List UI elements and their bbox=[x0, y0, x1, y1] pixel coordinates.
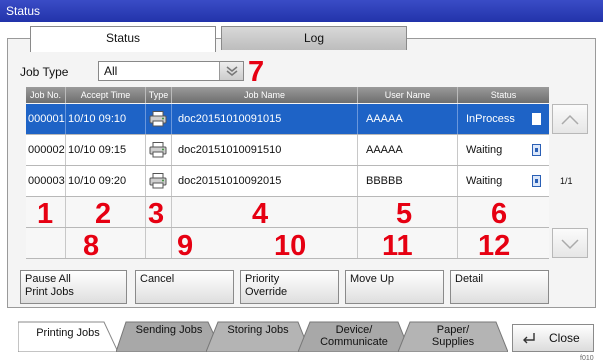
scroll-down-button[interactable] bbox=[552, 228, 588, 258]
pause-all-print-jobs-button[interactable]: Pause All Print Jobs bbox=[20, 270, 127, 304]
status-text: InProcess bbox=[466, 113, 515, 125]
tab-storing-jobs[interactable]: Storing Jobs bbox=[206, 320, 310, 352]
column-header-user-name: User Name bbox=[358, 87, 458, 103]
column-header-job-name: Job Name bbox=[172, 87, 358, 103]
chevron-up-icon bbox=[561, 114, 579, 125]
column-header-status: Status bbox=[490, 90, 517, 100]
tab-log-label: Log bbox=[303, 31, 325, 45]
chevron-down-icon bbox=[561, 239, 579, 250]
priority-override-label-line2: Override bbox=[245, 286, 288, 298]
tab-device-label-line1: Device/ bbox=[335, 324, 373, 336]
detail-button[interactable]: Detail bbox=[450, 270, 549, 304]
job-type-value: All bbox=[104, 64, 118, 78]
callout-10: 10 bbox=[274, 230, 307, 262]
job-no-cell: 000003 bbox=[26, 166, 66, 196]
user-name-cell: AAAAA bbox=[358, 135, 458, 165]
user-name-cell: BBBBB bbox=[358, 166, 458, 196]
pause-all-label-line1: Pause All bbox=[25, 273, 71, 285]
figure-code: f010 bbox=[580, 355, 594, 362]
close-button[interactable]: Close bbox=[512, 324, 594, 352]
job-name-cell: doc20151010091015 bbox=[172, 104, 358, 134]
detail-label: Detail bbox=[455, 273, 484, 285]
accept-time-cell: 10/10 09:15 bbox=[66, 135, 146, 165]
callout-2: 2 bbox=[95, 198, 112, 230]
user-name-cell: AAAAA bbox=[358, 104, 458, 134]
tab-printing-jobs[interactable]: Printing Jobs bbox=[18, 320, 118, 352]
callout-7: 7 bbox=[248, 56, 265, 88]
callout-12: 12 bbox=[478, 230, 511, 262]
status-cell: Waiting bbox=[458, 135, 549, 165]
printer-icon bbox=[149, 173, 167, 189]
accept-time-cell: 10/10 09:20 bbox=[66, 166, 146, 196]
table-row[interactable]: 000002 10/10 09:15 doc20151010091510 AAA… bbox=[26, 135, 549, 166]
tab-status[interactable]: Status bbox=[30, 26, 216, 52]
tab-paper-supplies[interactable]: Paper/ Supplies bbox=[398, 320, 508, 352]
close-label: Close bbox=[549, 331, 580, 345]
job-no-cell: 000002 bbox=[26, 135, 66, 165]
pause-all-label-line2: Print Jobs bbox=[25, 286, 74, 298]
job-name-cell: doc20151010092015 bbox=[172, 166, 358, 196]
callout-9: 9 bbox=[177, 230, 194, 262]
cancel-button[interactable]: Cancel bbox=[135, 270, 234, 304]
table-row[interactable]: 000003 10/10 09:20 doc20151010092015 BBB… bbox=[26, 166, 549, 197]
move-up-button[interactable]: Move Up bbox=[345, 270, 444, 304]
table-header: Job No. Accept Time Type Job Name User N… bbox=[26, 87, 549, 103]
tab-paper-label-line2: Supplies bbox=[431, 336, 475, 348]
job-type-select[interactable]: All bbox=[98, 61, 244, 81]
callout-4: 4 bbox=[252, 198, 269, 230]
type-cell bbox=[146, 166, 172, 196]
tab-paper-label-line1: Paper/ bbox=[436, 324, 470, 336]
title-bar: Status bbox=[0, 0, 603, 22]
printer-icon bbox=[149, 142, 167, 158]
column-header-type: Type bbox=[146, 87, 172, 103]
table-row[interactable]: 000001 10/10 09:10 doc20151010091015 AAA… bbox=[26, 104, 549, 135]
callout-11: 11 bbox=[382, 230, 413, 262]
tab-device-communicate[interactable]: Device/ Communicate bbox=[298, 320, 410, 352]
enter-icon bbox=[523, 333, 535, 344]
type-cell bbox=[146, 135, 172, 165]
accept-time-cell: 10/10 09:10 bbox=[66, 104, 146, 134]
tab-printing-jobs-label: Printing Jobs bbox=[36, 327, 100, 339]
move-up-label: Move Up bbox=[350, 273, 395, 285]
callout-1: 1 bbox=[37, 198, 54, 230]
callout-8: 8 bbox=[83, 230, 100, 262]
tab-storing-jobs-label: Storing Jobs bbox=[227, 324, 289, 336]
job-type-label: Job Type bbox=[20, 65, 69, 79]
chevron-down-icon[interactable] bbox=[219, 62, 243, 80]
column-header-job-no: Job No. bbox=[26, 87, 66, 103]
status-cell: Waiting bbox=[458, 166, 549, 196]
tab-device-label-line2: Communicate bbox=[320, 336, 388, 348]
status-cell: InProcess bbox=[458, 104, 549, 134]
scroll-up-button[interactable] bbox=[552, 104, 588, 134]
cancel-label: Cancel bbox=[140, 273, 175, 285]
page-indicator: 1/1 bbox=[560, 176, 573, 186]
tab-status-label: Status bbox=[105, 31, 141, 45]
window-title: Status bbox=[6, 4, 41, 18]
printer-icon bbox=[149, 111, 167, 127]
job-no-cell: 000001 bbox=[26, 104, 66, 134]
status-text: Waiting bbox=[466, 144, 503, 156]
priority-override-label-line1: Priority bbox=[245, 273, 280, 285]
status-icon bbox=[532, 175, 541, 187]
type-cell bbox=[146, 104, 172, 134]
callout-3: 3 bbox=[148, 198, 165, 230]
tab-log[interactable]: Log bbox=[221, 26, 407, 50]
status-icon bbox=[532, 144, 541, 156]
status-text: Waiting bbox=[466, 175, 503, 187]
callout-6: 6 bbox=[491, 198, 508, 230]
status-icon bbox=[532, 113, 541, 125]
column-header-accept-time: Accept Time bbox=[66, 87, 146, 103]
job-name-cell: doc20151010091510 bbox=[172, 135, 358, 165]
callout-5: 5 bbox=[396, 198, 413, 230]
priority-override-button[interactable]: Priority Override bbox=[240, 270, 339, 304]
